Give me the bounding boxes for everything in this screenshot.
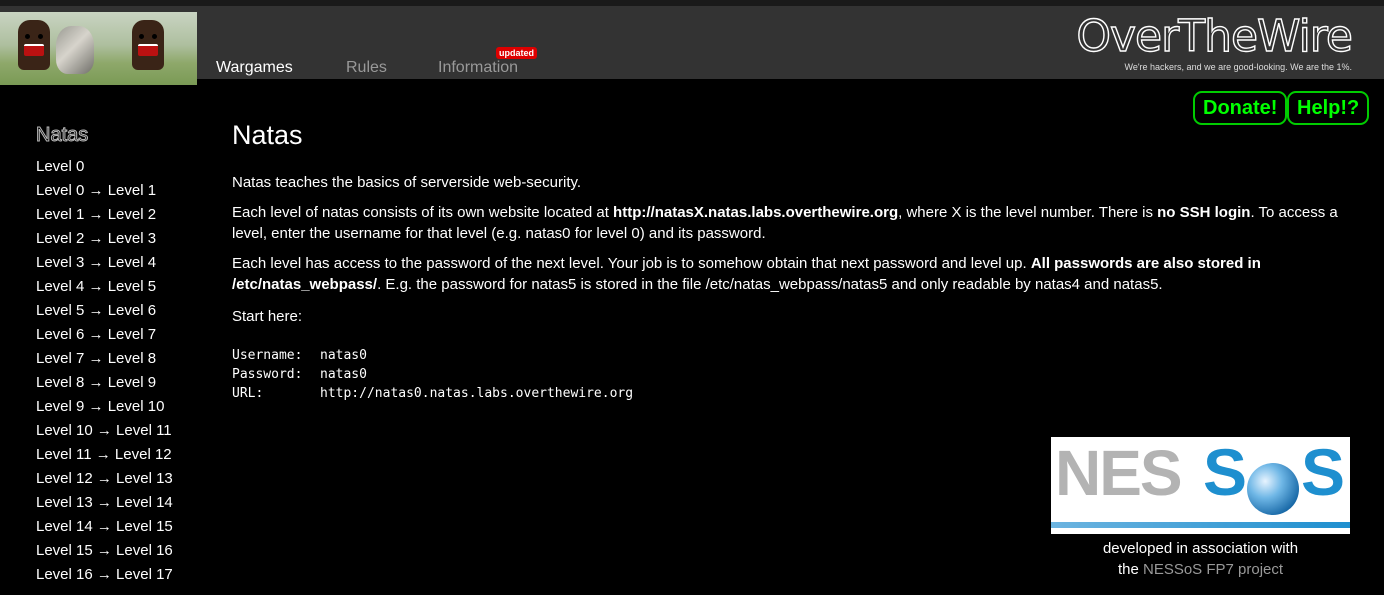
updated-badge: updated bbox=[496, 47, 537, 59]
levels-paragraph: Each level of natas consists of its own … bbox=[232, 202, 1362, 244]
sidebar-item-level[interactable]: Level 8 → Level 9 bbox=[36, 371, 216, 395]
sidebar-item-level[interactable]: Level 9 → Level 10 bbox=[36, 395, 216, 419]
logo-wordmark: OverTheWire bbox=[1076, 11, 1354, 62]
credentials-block: Username: natas0 Password: natas0 URL: http… bbox=[232, 346, 1362, 403]
nessos-logo-letters: NES bbox=[1055, 437, 1183, 509]
text-span: Each level has access to the password of… bbox=[232, 255, 1031, 272]
header-banner-image bbox=[0, 12, 197, 85]
credential-row: Username: natas0 bbox=[232, 346, 1362, 365]
sidebar-item-level[interactable]: Level 5 → Level 6 bbox=[36, 299, 216, 323]
sidebar-item-level[interactable]: Level 12 → Level 13 bbox=[36, 467, 216, 491]
nessos-project-link[interactable]: NESSoS FP7 project bbox=[1143, 561, 1283, 578]
credential-key: URL: bbox=[232, 386, 264, 401]
nav-information[interactable]: Information bbox=[438, 59, 518, 77]
text-span: . E.g. the password for natas5 is stored… bbox=[377, 276, 1163, 293]
text-span: Each level of natas consists of its own … bbox=[232, 204, 614, 221]
nessos-logo[interactable]: NES S S bbox=[1051, 437, 1350, 534]
caption-line-2: the NESSoS FP7 project bbox=[1051, 559, 1350, 580]
passwords-paragraph: Each level has access to the password of… bbox=[232, 253, 1362, 295]
page-title: Natas bbox=[232, 120, 303, 150]
domo-figure-left bbox=[18, 20, 50, 70]
sidebar-item-level[interactable]: Level 13 → Level 14 bbox=[36, 491, 216, 515]
sponsor-caption: developed in association with the NESSoS… bbox=[1051, 538, 1350, 580]
logo-underline-strip bbox=[1051, 522, 1350, 528]
globe-icon bbox=[1247, 463, 1299, 515]
caption-the: the bbox=[1117, 561, 1143, 578]
credential-key: Password: bbox=[232, 367, 303, 382]
sidebar-item-level[interactable]: Level 0 → Level 1 bbox=[36, 179, 216, 203]
bold-no-ssh: no SSH login bbox=[1157, 204, 1251, 221]
credential-value: http://natas0.natas.labs.overthewire.org bbox=[320, 386, 634, 401]
sidebar-item-level[interactable]: Level 7 → Level 8 bbox=[36, 347, 216, 371]
sidebar-item-level[interactable]: Level 14 → Level 15 bbox=[36, 515, 216, 539]
credential-value: natas0 bbox=[320, 348, 367, 363]
sidebar-item-level[interactable]: Level 10 → Level 11 bbox=[36, 419, 216, 443]
start-here-text: Start here: bbox=[232, 308, 303, 325]
sponsor-block: NES S S developed in association with th… bbox=[1051, 437, 1350, 580]
main-content: Natas Natas teaches the basics of server… bbox=[232, 118, 1362, 403]
nav-rules[interactable]: Rules bbox=[346, 59, 387, 77]
credential-value: natas0 bbox=[320, 367, 367, 382]
domo-figure-right bbox=[132, 20, 164, 70]
bold-url: http://natasX.natas.labs.overthewire.org bbox=[613, 204, 899, 221]
level-list: Level 0 Level 0 → Level 1 Level 1 → Leve… bbox=[36, 155, 216, 587]
sidebar-item-level[interactable]: Level 4 → Level 5 bbox=[36, 275, 216, 299]
level-sidebar: Natas Level 0 Level 0 → Level 1 Level 1 … bbox=[36, 125, 216, 587]
sidebar-item-level[interactable]: Level 1 → Level 2 bbox=[36, 203, 216, 227]
sidebar-item-level[interactable]: Level 15 → Level 16 bbox=[36, 539, 216, 563]
overthewire-logo[interactable]: OverTheWire We're hackers, and we are go… bbox=[1032, 11, 1354, 75]
credential-row: URL: http://natas0.natas.labs.overthewire… bbox=[232, 384, 1362, 403]
credential-row: Password: natas0 bbox=[232, 365, 1362, 384]
credential-key: Username: bbox=[232, 348, 303, 363]
intro-paragraph: Natas teaches the basics of serverside w… bbox=[232, 174, 582, 191]
sidebar-item-level[interactable]: Level 11 → Level 12 bbox=[36, 443, 216, 467]
text-span: , where X is the level number. There is bbox=[898, 204, 1158, 221]
nav-wargames[interactable]: Wargames bbox=[216, 59, 293, 77]
site-header: Wargames Rules Information updated OverT… bbox=[0, 0, 1384, 85]
caption-line-1: developed in association with bbox=[1102, 540, 1299, 557]
sidebar-title: Natas bbox=[36, 124, 89, 146]
sidebar-item-level[interactable]: Level 16 → Level 17 bbox=[36, 563, 216, 587]
sidebar-item-level[interactable]: Level 0 bbox=[36, 155, 216, 179]
sidebar-item-level[interactable]: Level 3 → Level 4 bbox=[36, 251, 216, 275]
logo-tagline: We're hackers, and we are good-looking. … bbox=[1124, 62, 1352, 72]
sidebar-item-level[interactable]: Level 6 → Level 7 bbox=[36, 323, 216, 347]
nessos-logo-s2: S bbox=[1301, 437, 1346, 509]
sidebar-item-level[interactable]: Level 2 → Level 3 bbox=[36, 227, 216, 251]
kitten-figure bbox=[56, 26, 94, 74]
nessos-logo-s1: S bbox=[1203, 437, 1248, 509]
